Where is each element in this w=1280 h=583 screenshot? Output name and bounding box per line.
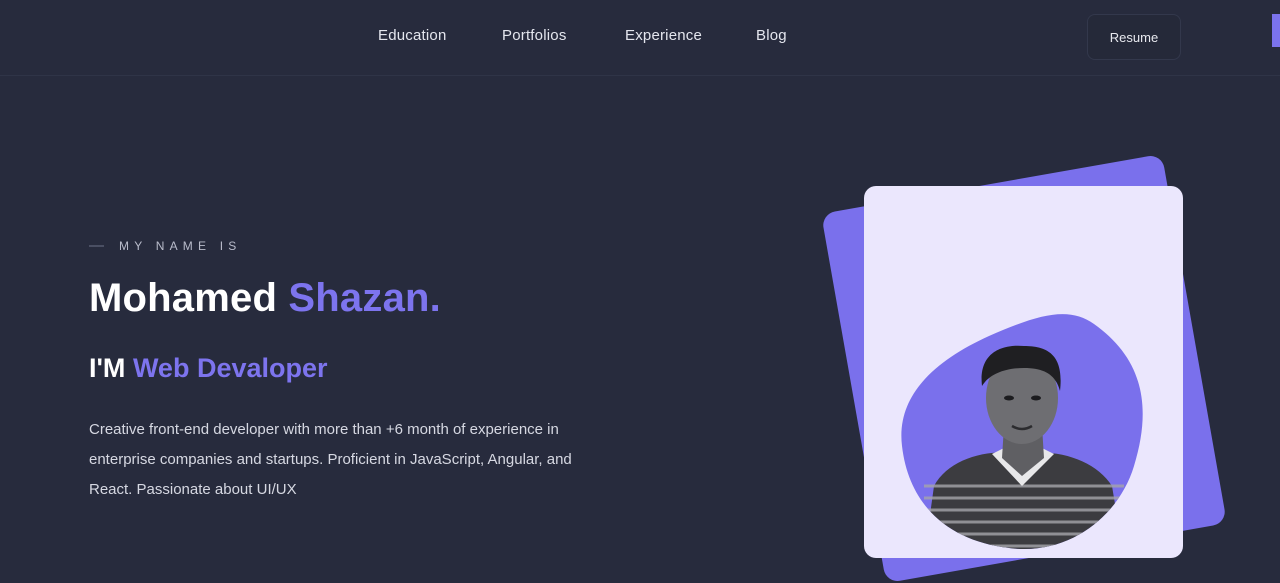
navbar: Education Portfolios Experience Blog Res… <box>0 0 1280 76</box>
hero-bio: Creative front-end developer with more t… <box>89 421 572 498</box>
eyebrow-line <box>89 245 104 247</box>
nav-link-education[interactable]: Education <box>378 27 447 44</box>
hero-role: I'M Web Devaloper <box>89 353 328 384</box>
first-name: Mohamed <box>89 276 278 320</box>
profile-photo <box>901 314 1143 550</box>
nav-link-portfolios[interactable]: Portfolios <box>502 27 567 44</box>
role-title: Web Devaloper <box>132 353 328 383</box>
photo-card <box>864 186 1183 558</box>
role-prefix: I'M <box>89 353 126 383</box>
nav-link-experience[interactable]: Experience <box>625 27 702 44</box>
resume-button[interactable]: Resume <box>1087 14 1181 60</box>
hero-name: Mohamed Shazan. <box>89 276 441 321</box>
eyebrow: MY NAME IS <box>89 239 241 253</box>
last-name: Shazan. <box>288 276 441 320</box>
eyebrow-text: MY NAME IS <box>119 239 242 253</box>
nav-link-blog[interactable]: Blog <box>756 27 787 44</box>
scroll-accent-bar <box>1272 14 1280 47</box>
